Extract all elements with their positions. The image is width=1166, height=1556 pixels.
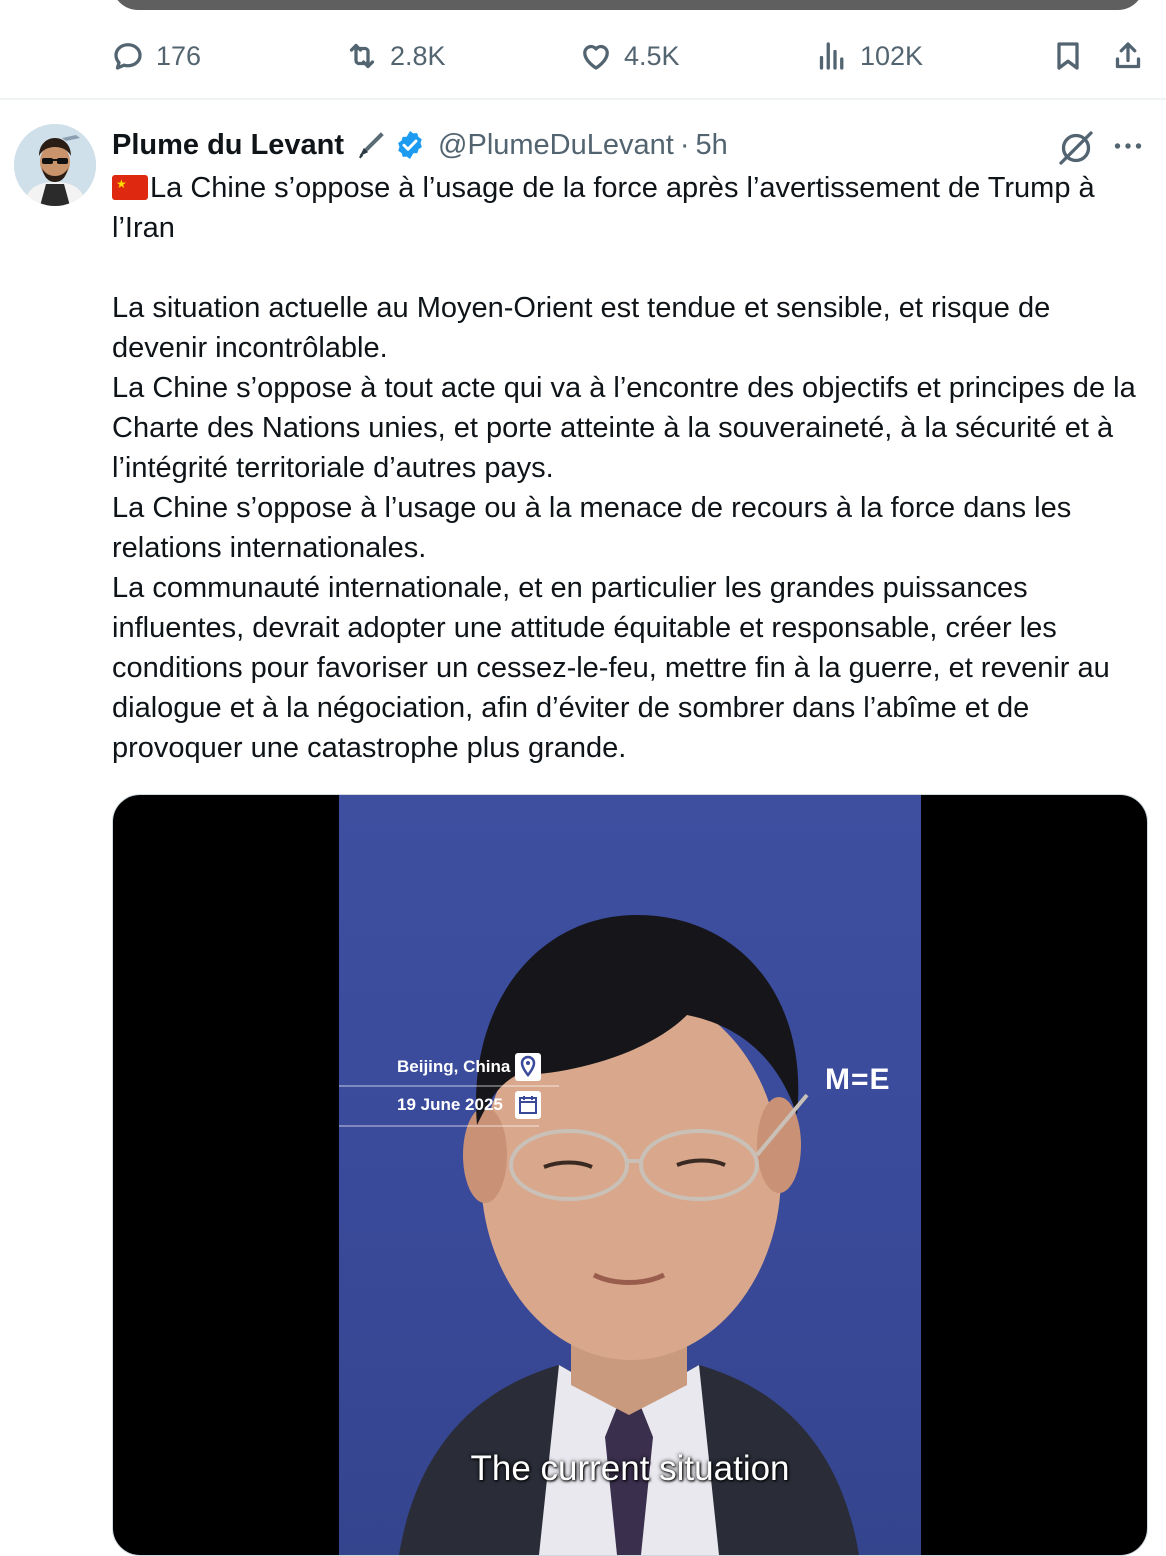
video-location: Beijing, China bbox=[397, 1057, 511, 1076]
like-count: 4.5K bbox=[624, 40, 680, 71]
tweet-paragraph: La situation actuelle au Moyen-Orient es… bbox=[112, 292, 1051, 364]
repost-button[interactable]: 2.8K bbox=[344, 34, 446, 78]
reply-icon bbox=[114, 43, 142, 70]
tweet-paragraph: La Chine s’oppose à tout acte qui va à l… bbox=[112, 372, 1136, 484]
avatar-image bbox=[14, 124, 96, 206]
tweet-header: Plume du Levant @PlumeDuLevant · 5h bbox=[112, 124, 728, 166]
speaker-illustration bbox=[399, 915, 859, 1555]
share-icon bbox=[1115, 42, 1141, 69]
calendar-icon bbox=[515, 1091, 541, 1119]
previous-tweet-action-bar: 176 2.8K 4.5K 102K bbox=[0, 22, 1166, 90]
location-pin-icon bbox=[515, 1053, 541, 1081]
author-handle[interactable]: @PlumeDuLevant bbox=[438, 129, 674, 162]
tweet-timestamp[interactable]: 5h bbox=[696, 129, 728, 162]
share-button[interactable] bbox=[1110, 34, 1146, 78]
avatar[interactable] bbox=[14, 124, 96, 206]
video-frame[interactable]: Beijing, China 19 June 2025 M=E The curr… bbox=[339, 795, 921, 1555]
repost-count: 2.8K bbox=[390, 40, 446, 71]
like-button[interactable]: 4.5K bbox=[578, 34, 680, 78]
overlay-divider bbox=[339, 1085, 559, 1087]
repost-icon bbox=[349, 43, 375, 69]
author-name[interactable]: Plume du Levant bbox=[112, 129, 344, 162]
views-icon bbox=[819, 42, 844, 70]
tweet-divider bbox=[0, 98, 1166, 100]
tweet-headline: ★ La Chine s’oppose à l’usage de la force… bbox=[112, 172, 1095, 244]
tweet-blank-line bbox=[112, 248, 1152, 288]
more-options-icon[interactable] bbox=[1110, 128, 1146, 164]
tweet-video[interactable]: Beijing, China 19 June 2025 M=E The curr… bbox=[112, 794, 1148, 1556]
reply-count: 176 bbox=[156, 40, 202, 71]
tweet-paragraph: La communauté internationale, et en part… bbox=[112, 572, 1110, 764]
view-count: 102K bbox=[860, 40, 924, 71]
tweet-paragraph: La Chine s’oppose à l’usage ou à la mena… bbox=[112, 492, 1072, 564]
bookmark-icon bbox=[1057, 42, 1079, 70]
video-date: 19 June 2025 bbox=[397, 1095, 503, 1114]
previous-tweet-media[interactable] bbox=[112, 0, 1144, 10]
video-subtitle: The current situation bbox=[470, 1449, 790, 1488]
verified-badge-icon[interactable] bbox=[394, 129, 426, 161]
grok-icon[interactable] bbox=[1056, 128, 1096, 168]
header-separator: · bbox=[679, 128, 690, 161]
overlay-divider bbox=[339, 1125, 539, 1127]
reply-button[interactable]: 176 bbox=[110, 34, 201, 78]
heart-icon bbox=[583, 44, 609, 70]
mee-logo: M=E bbox=[825, 1063, 891, 1096]
pen-icon bbox=[358, 132, 384, 159]
views-button[interactable]: 102K bbox=[814, 34, 923, 78]
tweet-text: ★ La Chine s’oppose à l’usage de la force… bbox=[112, 168, 1152, 768]
bookmark-button[interactable] bbox=[1050, 34, 1086, 78]
china-flag-icon: ★ bbox=[112, 175, 148, 200]
